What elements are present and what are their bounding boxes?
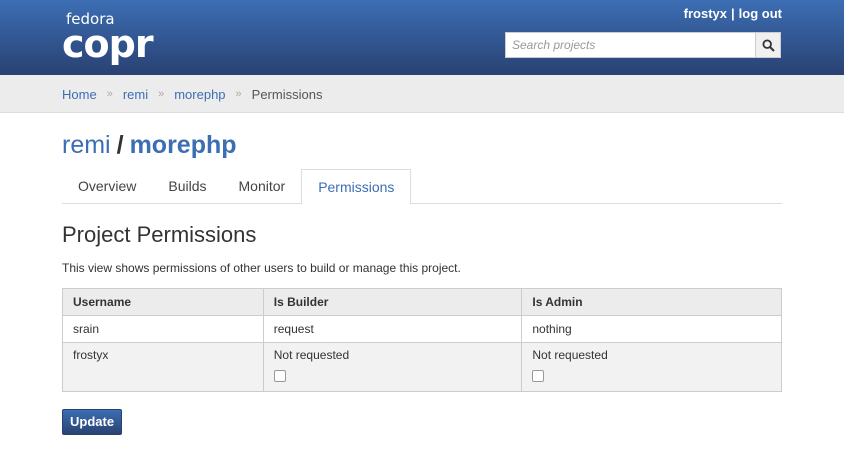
breadcrumb-bar: Home » remi » morephp » Permissions xyxy=(0,75,844,113)
column-header-builder: Is Builder xyxy=(262,288,523,316)
admin-request-checkbox[interactable] xyxy=(532,370,545,382)
breadcrumb-project[interactable]: morephp xyxy=(174,87,225,102)
breadcrumb-separator-icon: » xyxy=(106,88,113,100)
breadcrumb-current: Permissions xyxy=(251,86,323,102)
logout-link[interactable]: log out xyxy=(739,6,782,21)
admin-status: Not requested xyxy=(532,348,608,362)
cell-admin: Not requested xyxy=(521,342,782,392)
breadcrumb-separator-icon: » xyxy=(235,88,242,100)
breadcrumb-owner[interactable]: remi xyxy=(123,87,148,102)
breadcrumb-home[interactable]: Home xyxy=(62,87,97,102)
project-name-link[interactable]: morephp xyxy=(130,131,237,159)
copr-logo[interactable]: fedora copr xyxy=(62,10,172,68)
search-button[interactable] xyxy=(755,32,781,58)
builder-status: Not requested xyxy=(273,348,350,362)
user-links-separator: | xyxy=(731,6,735,21)
project-tabs: Overview Builds Monitor Permissions xyxy=(62,169,782,205)
user-profile-link[interactable]: frostyx xyxy=(684,6,727,21)
tab-overview[interactable]: Overview xyxy=(62,169,152,204)
builder-request-checkbox[interactable] xyxy=(273,370,286,382)
update-button[interactable]: Update xyxy=(62,409,123,435)
table-row: srain request nothing xyxy=(62,315,782,343)
permissions-table: Username Is Builder Is Admin srain reque… xyxy=(62,288,782,392)
column-header-username: Username xyxy=(62,288,264,316)
project-owner-link[interactable]: remi xyxy=(62,131,111,159)
username-text: frostyx xyxy=(73,348,109,362)
table-header-row: Username Is Builder Is Admin xyxy=(62,288,782,316)
column-header-admin: Is Admin xyxy=(521,288,782,316)
breadcrumb-separator-icon: » xyxy=(158,88,165,100)
search-icon xyxy=(761,38,775,52)
user-links: frostyx | log out xyxy=(684,6,782,21)
logo-copr-text: copr xyxy=(62,22,154,66)
cell-username: srain xyxy=(62,315,264,343)
cell-builder: request xyxy=(262,315,523,343)
section-description: This view shows permissions of other use… xyxy=(62,261,461,275)
cell-username: frostyx xyxy=(62,342,264,392)
tab-monitor[interactable]: Monitor xyxy=(223,169,302,204)
table-row: frostyx Not requested Not requested xyxy=(62,342,782,392)
tab-permissions[interactable]: Permissions xyxy=(301,169,412,205)
search-form xyxy=(505,32,781,58)
masthead: fedora copr frostyx | log out xyxy=(0,0,844,75)
page-title: remi / morephp xyxy=(62,131,237,160)
cell-admin: nothing xyxy=(521,315,782,343)
section-title: Project Permissions xyxy=(62,222,257,247)
cell-builder: Not requested xyxy=(262,342,523,392)
breadcrumb: Home » remi » morephp » Permissions xyxy=(62,75,322,113)
title-slash: / xyxy=(116,131,124,159)
search-input[interactable] xyxy=(505,32,755,58)
tab-builds[interactable]: Builds xyxy=(152,169,222,204)
